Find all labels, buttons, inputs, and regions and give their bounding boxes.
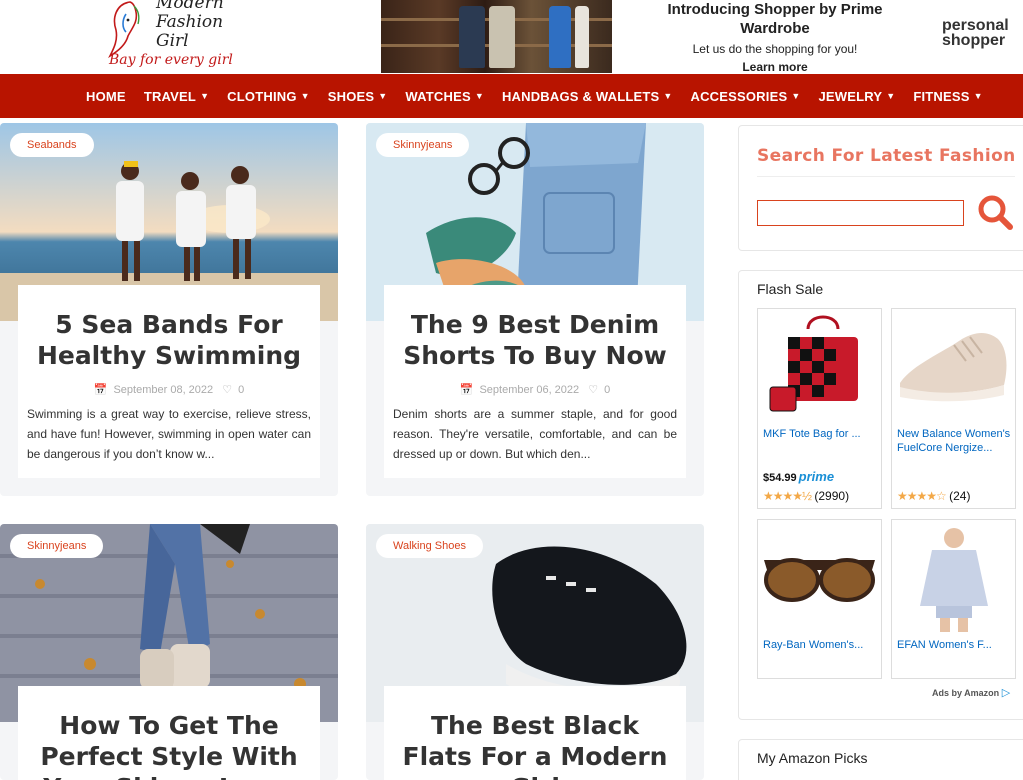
chevron-down-icon: ▼ xyxy=(378,91,388,101)
post-excerpt: Denim shorts are a summer staple, and fo… xyxy=(393,407,677,461)
ad-title: Introducing Shopper by Prime Wardrobe xyxy=(667,1,883,37)
heart-icon[interactable]: ♡ xyxy=(222,384,232,396)
search-input[interactable] xyxy=(757,200,964,226)
site-logo[interactable]: Modern Fashion Girl Bay for every girl xyxy=(100,0,233,72)
post-category-tag[interactable]: Walking Shoes xyxy=(376,534,483,558)
post-content: The Best Black Flats For a Modern Girl xyxy=(384,686,686,780)
chevron-down-icon: ▼ xyxy=(663,91,673,101)
sunglasses-image xyxy=(758,520,881,632)
product-card[interactable]: New Balance Women's FuelCore Nergize... … xyxy=(891,308,1016,509)
nav-item-jewelry[interactable]: JEWELRY ▼ xyxy=(818,89,895,104)
post-card: Walking Shoes The Best Black Flats For a… xyxy=(366,524,704,780)
ad-subtitle: Let us do the shopping for you! xyxy=(692,42,858,56)
nav-item-accessories[interactable]: ACCESSORIES ▼ xyxy=(690,89,800,104)
nav-item-shoes[interactable]: SHOES ▼ xyxy=(328,89,388,104)
post-category-tag[interactable]: Seabands xyxy=(10,133,94,157)
star-rating-icon: ★★★★☆ xyxy=(897,489,947,503)
divider xyxy=(757,176,1015,177)
product-card[interactable]: MKF Tote Bag for ... $54.99 prime ★★★★½ (… xyxy=(757,308,882,509)
product-rating: ★★★★½ (2990) xyxy=(763,489,850,503)
product-card[interactable]: EFAN Women's F... xyxy=(891,519,1016,679)
post-title[interactable]: The 9 Best Denim Shorts To Buy Now xyxy=(393,285,677,371)
calendar-icon: 📅 xyxy=(459,384,474,396)
chevron-down-icon: ▼ xyxy=(200,91,210,101)
chevron-down-icon: ▼ xyxy=(300,91,310,101)
product-name[interactable]: EFAN Women's F... xyxy=(897,638,1012,652)
heart-icon[interactable]: ♡ xyxy=(588,384,598,396)
logo-wordmark: Modern Fashion Girl xyxy=(156,0,224,51)
post-title[interactable]: The Best Black Flats For a Modern Girl xyxy=(393,686,677,780)
nav-item-handbags-wallets[interactable]: HANDBAGS & WALLETS ▼ xyxy=(502,89,673,104)
nav-item-fitness[interactable]: FITNESS ▼ xyxy=(913,89,982,104)
chevron-down-icon: ▼ xyxy=(886,91,896,101)
post-category-tag[interactable]: Skinnyjeans xyxy=(10,534,104,558)
calendar-icon: 📅 xyxy=(93,384,108,396)
product-rating: ★★★★☆ (24) xyxy=(897,489,971,503)
post-meta: 📅 September 06, 2022 ♡ 0 xyxy=(393,383,677,396)
post-meta: 📅 September 08, 2022 ♡ 0 xyxy=(27,383,311,396)
nav-item-clothing[interactable]: CLOTHING ▼ xyxy=(227,89,310,104)
post-title[interactable]: 5 Sea Bands For Healthy Swimming xyxy=(27,285,311,371)
ad-banner-text[interactable]: Introducing Shopper by Prime Wardrobe Le… xyxy=(640,0,910,74)
post-content: 5 Sea Bands For Healthy Swimming 📅 Septem… xyxy=(18,285,320,478)
ad-learn-more-link[interactable]: Learn more xyxy=(640,60,910,74)
product-name[interactable]: MKF Tote Bag for ... xyxy=(763,427,878,441)
nav-item-watches[interactable]: WATCHES ▼ xyxy=(405,89,484,104)
chevron-down-icon: ▼ xyxy=(973,91,983,101)
hoodie-image xyxy=(892,520,1015,632)
tote-bag-image xyxy=(758,309,881,421)
search-widget-title: Search For Latest Fashion xyxy=(757,146,1016,166)
flash-sale-title: Flash Sale xyxy=(757,281,824,297)
flash-sale-widget: Flash Sale MKF Tote Bag for ... $54.99 pr… xyxy=(738,270,1023,720)
product-name[interactable]: Ray-Ban Women's... xyxy=(763,638,878,652)
post-title[interactable]: How To Get The Perfect Style With Your S… xyxy=(27,686,311,780)
chevron-down-icon: ▼ xyxy=(791,91,801,101)
prime-badge: prime xyxy=(798,469,835,484)
post-content: How To Get The Perfect Style With Your S… xyxy=(18,686,320,780)
chevron-down-icon: ▼ xyxy=(474,91,484,101)
post-excerpt: Swimming is a great way to exercise, rel… xyxy=(27,407,311,461)
adchoices-icon: ▷ xyxy=(1001,687,1011,699)
ad-brand-logo[interactable]: personal shopper xyxy=(942,18,1009,49)
post-card: Seabands 5 Sea Bands For Healthy Swimmin… xyxy=(0,123,338,496)
sneaker-image xyxy=(892,309,1015,421)
product-name[interactable]: New Balance Women's FuelCore Nergize... xyxy=(897,427,1012,455)
product-price: $54.99 prime xyxy=(763,469,835,484)
nav-item-home[interactable]: HOME xyxy=(86,89,126,104)
post-card: Skinnyjeans How To Get The Perfect Style… xyxy=(0,524,338,780)
post-content: The 9 Best Denim Shorts To Buy Now 📅 Sept… xyxy=(384,285,686,478)
post-category-tag[interactable]: Skinnyjeans xyxy=(376,133,470,157)
amazon-picks-title: My Amazon Picks xyxy=(757,750,868,766)
post-likes: 0 xyxy=(604,384,611,396)
search-widget: Search For Latest Fashion xyxy=(738,125,1023,251)
post-date: September 08, 2022 xyxy=(113,384,214,396)
amazon-picks-widget: My Amazon Picks xyxy=(738,739,1023,780)
search-icon[interactable] xyxy=(977,194,1013,230)
ads-by-amazon[interactable]: Ads by Amazon ▷ xyxy=(932,686,1010,699)
main-navigation: HOME TRAVEL ▼ CLOTHING ▼ SHOES ▼ WATCHES ▼ H… xyxy=(0,74,1023,118)
site-header: Modern Fashion Girl Bay for every girl I… xyxy=(0,0,1023,74)
logo-tagline: Bay for every girl xyxy=(109,52,233,68)
post-card: Skinnyjeans The 9 Best Denim Shorts To B… xyxy=(366,123,704,496)
post-date: September 06, 2022 xyxy=(479,384,580,396)
post-likes: 0 xyxy=(238,384,245,396)
ad-banner-image[interactable] xyxy=(381,0,612,73)
star-rating-icon: ★★★★½ xyxy=(763,489,812,503)
product-card[interactable]: Ray-Ban Women's... xyxy=(757,519,882,679)
nav-item-travel[interactable]: TRAVEL ▼ xyxy=(144,89,209,104)
logo-face-icon xyxy=(108,1,140,58)
